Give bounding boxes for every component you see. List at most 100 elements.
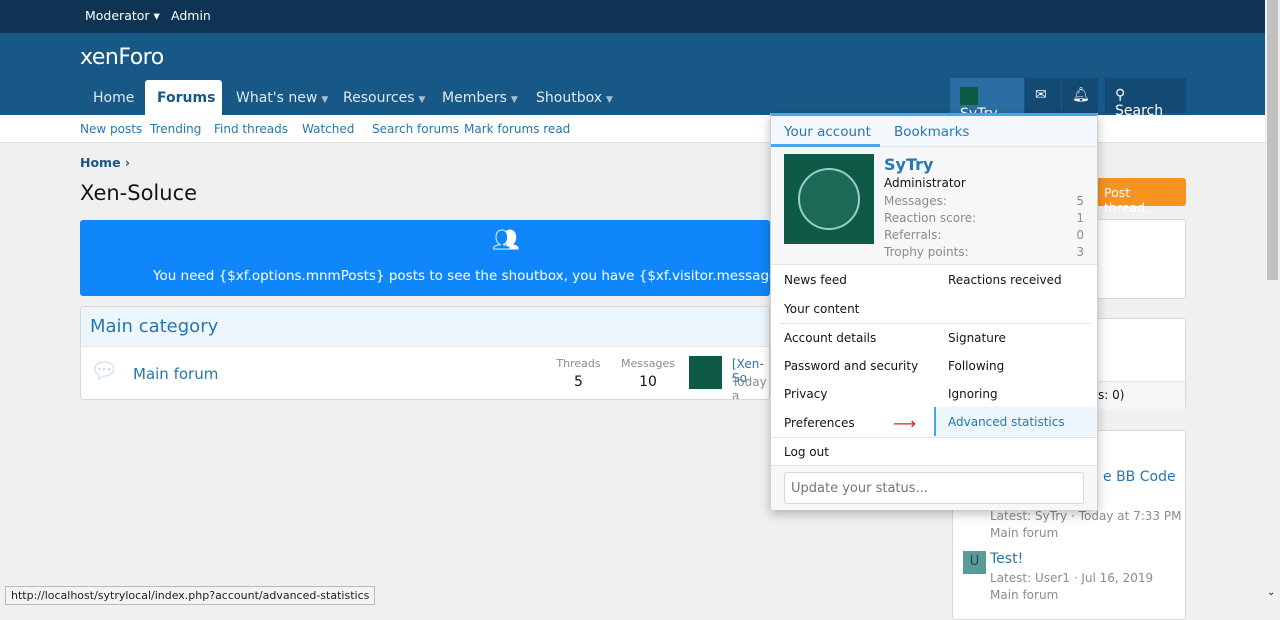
menu-account-details[interactable]: Account details [784,331,876,345]
menu-advanced-statistics[interactable]: Advanced statistics [934,407,1097,436]
nav-label: Home [93,90,135,106]
nav-shoutbox[interactable]: Shoutbox ▼ [524,80,625,115]
latest-time: Today a [732,375,767,400]
messages-label: Messages [621,357,675,370]
profile-summary: SyTry Administrator Messages: 5 Reaction … [771,147,1097,265]
thread-link[interactable]: e BB Code [1103,469,1176,485]
user-title: Administrator [884,176,966,190]
menu-ignoring[interactable]: Ignoring [948,387,998,401]
notice-text: You need {$xf.options.mnmPosts} posts to… [153,268,770,284]
tab-your-account[interactable]: Your account [784,124,871,140]
stat-value: 5 [1076,194,1084,208]
thread-meta: Latest: SyTry · Today at 7:33 PM [990,509,1182,523]
scrollbar[interactable]: ⌄ [1265,0,1280,608]
chevron-down-icon: ▼ [321,95,329,105]
stat-label: Referrals: [884,228,942,242]
status-input[interactable] [784,472,1084,504]
account-button[interactable]: SyTry [950,78,1024,122]
menu-following[interactable]: Following [948,359,1004,373]
nav-label: What's new [236,90,318,106]
bell-icon[interactable]: 🔔︎ [1062,78,1098,113]
menu-tabs: Your account Bookmarks [771,116,1097,147]
subnav-trending[interactable]: Trending [150,122,201,136]
nav-label: Shoutbox [536,90,602,106]
latest-avatar[interactable] [689,356,722,389]
menu-signature[interactable]: Signature [948,331,1006,345]
stat-label: Reaction score: [884,211,977,225]
nav-home[interactable]: Home [81,80,146,115]
stat-reaction-score: Reaction score: 1 [884,211,1084,225]
nav-forums[interactable]: Forums [145,80,222,115]
menu-label: Advanced statistics [948,415,1065,429]
chevron-down-icon: ▼ [510,95,518,105]
thread-forum[interactable]: Main forum [990,526,1058,540]
menu-password-security[interactable]: Password and security [784,359,918,373]
menu-log-out[interactable]: Log out [784,445,829,459]
divider [771,437,1097,438]
threads-count: 5 [574,374,583,390]
stats-text: s: 0) [1098,388,1125,402]
thread-meta: Latest: User1 · Jul 16, 2019 [990,571,1154,585]
subnav-new-posts[interactable]: New posts [80,122,142,136]
profile-username[interactable]: SyTry [884,155,933,174]
post-thread-button[interactable]: Post thread... [1096,178,1186,215]
search-button[interactable]: ⚲ Search [1105,78,1186,119]
inbox-icon[interactable]: ✉ [1025,78,1061,113]
nav-members[interactable]: Members ▼ [430,80,530,115]
divider [779,323,1091,324]
thread-forum[interactable]: Main forum [990,588,1058,602]
stat-referrals: Referrals: 0 [884,228,1084,242]
menu-your-content[interactable]: Your content [784,302,859,316]
moderator-label: Moderator [85,8,150,23]
logo[interactable]: xenForo [80,45,164,70]
stat-value: 1 [1076,211,1084,225]
menu-news-feed[interactable]: News feed [784,273,847,287]
avatar-icon [960,87,978,105]
subnav-search-forums[interactable]: Search forums [372,122,459,136]
subnav-find-threads[interactable]: Find threads [214,122,288,136]
nav-label: Resources [343,90,415,106]
threads-label: Threads [556,357,601,370]
nav-whats-new[interactable]: What's new ▼ [224,80,340,115]
forum-icon: 💬︎ [90,359,118,384]
chevron-down-icon[interactable]: ⌄ [1267,587,1275,598]
breadcrumb[interactable]: Home › [80,155,130,170]
stat-label: Messages: [884,194,947,208]
red-arrow-icon: ⟶ [893,414,916,433]
subnav-mark-read[interactable]: Mark forums read [464,122,570,136]
thread-link[interactable]: Test! [990,551,1023,567]
breadcrumb-home[interactable]: Home [80,155,121,170]
menu-reactions-received[interactable]: Reactions received [948,273,1062,287]
chevron-down-icon: ▼ [418,95,426,105]
category-title[interactable]: Main category [81,307,769,347]
scrollbar-thumb[interactable] [1267,0,1278,280]
moderator-menu[interactable]: Moderator ▾ [85,8,160,23]
stat-label: Trophy points: [884,245,969,259]
page-title: Xen-Soluce [80,181,198,205]
subnav-watched[interactable]: Watched [302,122,354,136]
tab-bookmarks[interactable]: Bookmarks [894,124,969,140]
menu-preferences[interactable]: Preferences [784,416,855,430]
nav-label: Members [442,90,507,106]
menu-privacy[interactable]: Privacy [784,387,827,401]
stat-value: 3 [1076,245,1084,259]
nav-label: Forums [157,90,216,106]
stat-messages: Messages: 5 [884,194,1084,208]
header: xenForo Home Forums What's new ▼ Resource… [0,33,1265,122]
account-menu: Your account Bookmarks SyTry Administrat… [770,113,1098,510]
chevron-down-icon: ▼ [606,95,613,105]
stat-trophy-points: Trophy points: 3 [884,245,1084,259]
messages-count: 10 [639,374,657,390]
admin-link[interactable]: Admin [171,8,211,23]
avatar[interactable] [784,154,874,244]
search-icon: ⚲ [1115,87,1126,103]
users-icon: 👥︎ [492,228,520,253]
staff-bar: Moderator ▾ Admin [0,0,1265,33]
forum-title[interactable]: Main forum [133,365,218,383]
category-block: Main category 💬︎ Main forum Threads 5 Me… [80,306,770,400]
status-bar-url: http://localhost/sytrylocal/index.php?ac… [5,586,376,605]
avatar[interactable]: U [963,551,986,574]
nav-resources[interactable]: Resources ▼ [331,80,437,115]
shoutbox-notice: 👥︎ You need {$xf.options.mnmPosts} posts… [80,220,770,296]
stat-value: 0 [1076,228,1084,242]
